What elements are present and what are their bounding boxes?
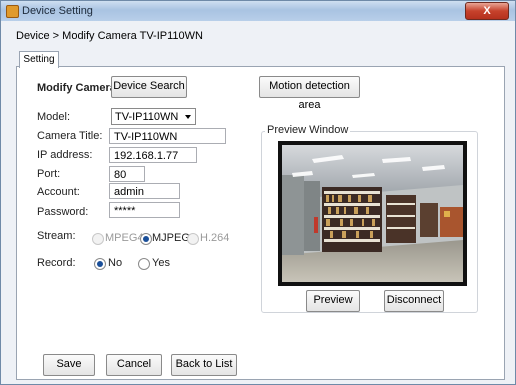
preview-window-title: Preview Window [265,124,351,136]
cancel-button[interactable]: Cancel [106,354,162,376]
model-value: TV-IP110WN [115,111,179,123]
record-yes-radio[interactable] [138,258,150,270]
ip-address-field[interactable]: 192.168.1.77 [109,147,197,163]
disconnect-button[interactable]: Disconnect [384,290,444,312]
password-label: Password: [37,206,89,218]
stream-mjpeg-radio[interactable] [140,233,152,245]
stream-mpeg4-radio[interactable] [92,233,104,245]
record-yes-label: Yes [152,257,170,269]
save-button[interactable]: Save [43,354,95,376]
stream-label: Stream: [37,230,76,242]
close-button[interactable]: X [465,2,509,20]
device-search-button[interactable]: Device Search [111,76,187,98]
modify-camera-heading: Modify Camera [37,82,116,94]
ip-address-label: IP address: [37,149,93,161]
motion-detection-area-button[interactable]: Motion detection area [259,76,360,111]
preview-button[interactable]: Preview [306,290,360,312]
camera-title-field[interactable]: TV-IP110WN [109,128,226,144]
camera-preview-image [278,141,467,286]
record-label: Record: [37,257,76,269]
record-no-label: No [108,257,123,269]
model-label: Model: [37,111,71,123]
account-field[interactable]: admin [109,183,180,199]
model-select[interactable]: TV-IP110WN [111,108,196,125]
device-setting-window: Device Setting X Device > Modify Camera … [0,0,516,385]
close-icon: X [483,5,491,17]
preview-scene [282,145,463,282]
account-label: Account: [37,186,80,198]
breadcrumb: Device > Modify Camera TV-IP110WN [16,30,203,42]
stream-h264-radio[interactable] [187,233,199,245]
back-to-list-button[interactable]: Back to List [171,354,237,376]
window-title: Device Setting [22,5,93,17]
app-icon [6,5,19,18]
title-bar[interactable]: Device Setting X [1,1,515,21]
port-label: Port: [37,168,61,180]
dropdown-caret-icon [185,115,191,119]
record-no-radio[interactable] [94,258,106,270]
tab-setting[interactable]: Setting [19,51,59,68]
stream-h264-label: H.264 [200,232,230,244]
password-field[interactable]: ***** [109,202,180,218]
camera-title-label: Camera Title: [37,130,103,142]
stream-mjpeg-label: MJPEG [152,232,190,244]
port-field[interactable]: 80 [109,166,145,182]
stream-mpeg4-label: MPEG4 [105,232,144,244]
